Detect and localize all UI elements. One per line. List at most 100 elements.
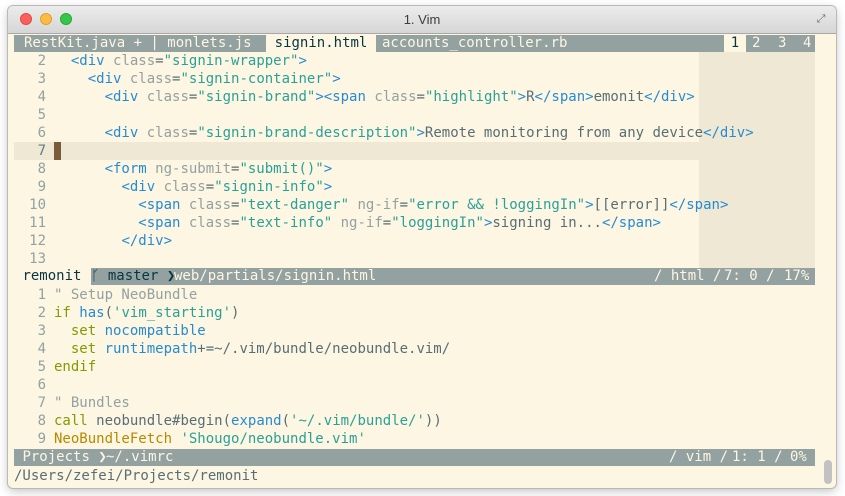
scrollbar-thumb[interactable] <box>824 460 832 484</box>
code-text: " Setup NeoBundle <box>54 286 197 304</box>
code-token: ng-submit <box>155 161 232 177</box>
tab-number-3[interactable]: 3 <box>778 35 792 52</box>
code-line-current[interactable]: 7 <box>14 142 815 160</box>
code-line[interactable]: 8 <form ng-submit="submit()"> <box>14 160 815 178</box>
code-text: <div class="signin-container"> <box>54 70 341 88</box>
code-token: = <box>155 53 164 69</box>
code-token: neobundle#begin <box>96 413 223 429</box>
code-token: '~/.vim/bundle/' <box>290 413 425 429</box>
code-text: <span class="text-info" ng-if="loggingIn… <box>54 214 661 232</box>
code-line[interactable]: 5 endif <box>14 358 815 376</box>
code-token: </span> <box>534 89 594 105</box>
tab-restkit-monlets[interactable]: RestKit.java + | monlets.js <box>24 35 266 52</box>
status-path: web/partials/signin.html <box>174 268 377 284</box>
code-token: [[error]] <box>593 197 670 213</box>
code-line[interactable]: 11 <span class="text-info" ng-if="loggin… <box>14 214 815 232</box>
code-token: ( <box>222 413 232 429</box>
title-bar: 1. Vim ⤢ <box>8 6 836 34</box>
code-line[interactable]: 2 <div class="signin-wrapper"> <box>14 52 815 70</box>
code-line[interactable]: 12 </div> <box>14 232 815 250</box>
code-token: "error && !loggingIn" <box>408 197 586 213</box>
code-token: = <box>382 215 392 231</box>
code-line[interactable]: 2 if has('vim_starting') <box>14 304 815 322</box>
bottom-buffer-pane[interactable]: 1 " Setup NeoBundle 2 if has('vim_starting'… <box>14 286 815 448</box>
code-text: <div class="signin-wrapper"> <box>54 52 307 70</box>
code-token: Remote monitoring from any device <box>424 125 704 141</box>
code-token: > <box>298 53 307 69</box>
code-token: runtimepath <box>104 341 198 357</box>
status-position: 1: 1 / <box>732 449 783 465</box>
code-line[interactable]: 8 call neobundle#begin(expand('~/.vim/bun… <box>14 412 815 430</box>
code-line[interactable]: 10 <span class="text-danger" ng-if="erro… <box>14 196 815 214</box>
code-line[interactable]: 9 <div class="signin-info"> <box>14 178 815 196</box>
status-percent: 17% <box>784 268 810 284</box>
line-number: 5 <box>37 359 46 375</box>
code-line[interactable]: 9 NeoBundleFetch 'Shougo/neobundle.vim' <box>14 430 815 448</box>
code-token: "text-danger" <box>239 197 350 213</box>
code-token: "signin-container" <box>180 71 333 87</box>
line-number: 6 <box>37 377 46 393</box>
code-line[interactable]: 6 <box>14 376 815 394</box>
status-project: remonit <box>14 268 91 285</box>
bottom-status-line: Projects ❯ ~/.vimrc / vim / 1: 1 / 0% <box>14 449 815 466</box>
code-token: <span <box>138 215 189 231</box>
code-token: ( <box>104 305 114 321</box>
code-token: </span> <box>601 215 661 231</box>
code-line[interactable]: 5 <box>14 106 815 124</box>
code-token: class <box>129 71 173 87</box>
code-line[interactable]: 3 <div class="signin-container"> <box>14 70 815 88</box>
code-token: "text-info" <box>239 215 333 231</box>
top-status-line: remonit ᚴ master ❯ web/partials/signin.h… <box>14 268 815 285</box>
code-token: > <box>323 179 333 195</box>
fullscreen-icon[interactable]: ⤢ <box>814 12 828 26</box>
code-text: <div class="signin-brand"><span class="h… <box>54 88 695 106</box>
editor-area[interactable]: RestKit.java + | monlets.js signin.html … <box>14 34 815 488</box>
code-line[interactable]: 3 set nocompatible <box>14 322 815 340</box>
status-position: 7: 0 / <box>724 268 775 284</box>
code-line[interactable]: 4 <div class="signin-brand"><span class=… <box>14 88 815 106</box>
line-number: 11 <box>29 215 46 231</box>
code-line[interactable]: 1 " Setup NeoBundle <box>14 286 815 304</box>
code-token: > <box>585 197 594 213</box>
code-token: class <box>188 215 232 231</box>
code-token: "signin-wrapper" <box>163 53 299 69</box>
tab-number-4[interactable]: 4 <box>803 35 817 52</box>
tab-number-2[interactable]: 2 <box>752 35 766 52</box>
code-line[interactable]: 6 <div class="signin-brand-description">… <box>14 124 815 142</box>
tab-accounts-controller[interactable]: accounts_controller.rb <box>382 35 592 52</box>
code-token: <div <box>70 53 114 69</box>
branch-icon: ᚴ <box>91 268 100 284</box>
code-line[interactable]: 7 " Bundles <box>14 394 815 412</box>
line-number: 6 <box>37 125 46 141</box>
code-token: class <box>374 89 417 105</box>
tab-label: signin.html <box>274 35 368 51</box>
line-number: 7 <box>37 143 46 159</box>
code-token: <form <box>104 161 156 177</box>
code-token: )) <box>424 413 442 429</box>
top-buffer-pane[interactable]: 2 <div class="signin-wrapper"> 3 <div cla… <box>14 52 815 268</box>
code-token: </div> <box>121 233 173 249</box>
line-number: 8 <box>37 413 46 429</box>
line-number: 1 <box>37 287 46 303</box>
code-token: <div <box>87 71 130 87</box>
code-token: nocompatible <box>104 323 206 339</box>
status-path: ~/.vimrc <box>106 449 174 465</box>
code-text: <div class="signin-info"> <box>54 178 332 196</box>
command-line[interactable]: /Users/zefei/Projects/remonit <box>14 467 815 485</box>
status-project: Projects ❯ <box>22 449 107 465</box>
vim-window: 1. Vim ⤢ RestKit.java + | monlets.js sig… <box>8 6 836 488</box>
code-token: 'vim_starting' <box>113 305 232 321</box>
code-text: NeoBundleFetch 'Shougo/neobundle.vim' <box>54 430 366 448</box>
code-text: <div class="signin-brand-description">Re… <box>54 124 754 142</box>
code-token: <div <box>121 179 164 195</box>
tab-signin-html[interactable]: signin.html <box>266 35 376 52</box>
tab-number-1[interactable]: 1 <box>724 35 746 52</box>
code-line[interactable]: 13 <box>14 250 815 268</box>
code-token: call <box>54 413 97 429</box>
code-token: = <box>399 197 409 213</box>
code-line[interactable]: 4 set runtimepath+=~/.vim/bundle/neobund… <box>14 340 815 358</box>
